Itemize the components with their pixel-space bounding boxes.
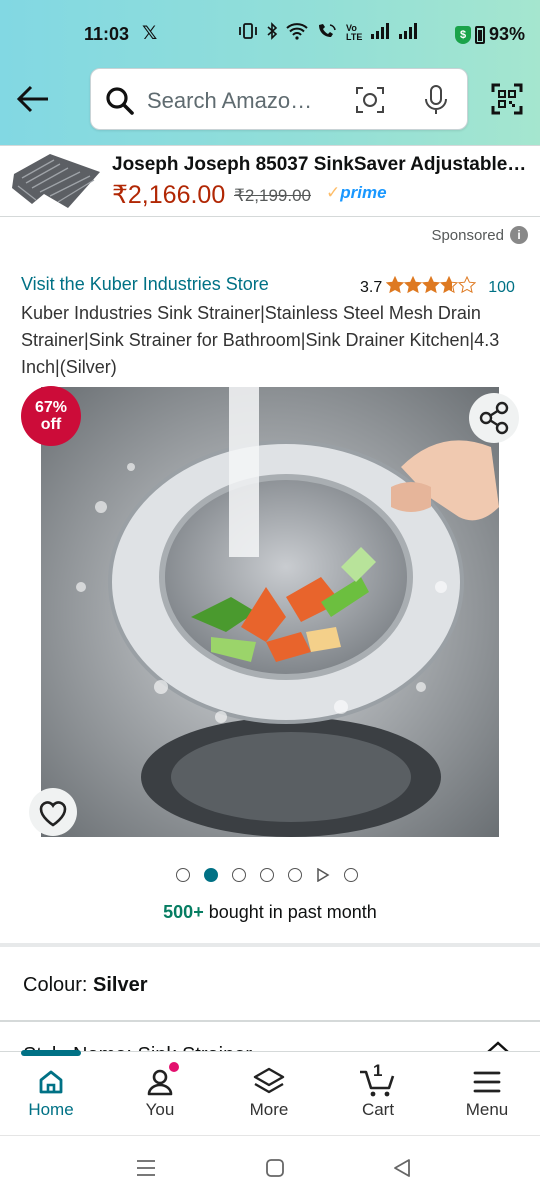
user-icon bbox=[147, 1069, 173, 1096]
status-time: 11:03 bbox=[84, 24, 130, 44]
menu-icon bbox=[473, 1071, 501, 1093]
layers-icon bbox=[253, 1067, 285, 1094]
banner-price: ₹2,166.00 bbox=[112, 181, 226, 209]
home-button-icon[interactable] bbox=[265, 1158, 285, 1183]
banner-mrp: ₹2,199.00 bbox=[234, 186, 311, 205]
product-image[interactable] bbox=[41, 387, 499, 837]
prime-check-icon: ✓ bbox=[326, 183, 341, 202]
banner-product-image bbox=[10, 150, 104, 212]
nav-cart[interactable]: 1 Cart bbox=[328, 1061, 428, 1120]
security-shield-icon: $ bbox=[455, 25, 471, 44]
carousel-dot[interactable] bbox=[260, 868, 274, 882]
volte-icon: Vo LTE bbox=[346, 22, 363, 42]
back-arrow-icon[interactable] bbox=[16, 84, 50, 114]
rating-count: 100 bbox=[488, 278, 515, 296]
signal-icon-2 bbox=[398, 23, 418, 42]
x-logo-icon: 𝕏 bbox=[142, 23, 158, 44]
system-navigation-bar bbox=[0, 1135, 540, 1200]
signal-icon-1 bbox=[370, 23, 390, 42]
nav-menu[interactable]: Menu bbox=[437, 1064, 537, 1120]
discount-badge: 67% off bbox=[21, 386, 81, 446]
sponsored-label[interactable]: Sponsored i bbox=[431, 226, 528, 244]
camera-search-icon[interactable] bbox=[355, 85, 385, 120]
colour-value: Silver bbox=[93, 974, 148, 996]
info-icon[interactable]: i bbox=[510, 226, 528, 244]
colour-selector[interactable]: Colour: Silver bbox=[23, 974, 148, 997]
share-icon bbox=[479, 401, 509, 435]
wifi-calling-icon bbox=[316, 22, 338, 43]
search-placeholder: Search Amazo… bbox=[147, 88, 313, 113]
battery-indicator: $ 93% bbox=[455, 24, 525, 45]
search-bar[interactable]: Search Amazo… bbox=[90, 68, 468, 130]
bottom-navigation: Home You More 1 Cart Menu bbox=[0, 1050, 540, 1135]
video-play-icon[interactable] bbox=[316, 867, 330, 883]
section-divider bbox=[0, 1020, 540, 1022]
recent-apps-icon[interactable] bbox=[136, 1158, 156, 1183]
star-rating-icon bbox=[386, 276, 476, 299]
qr-scanner-icon[interactable] bbox=[491, 83, 523, 120]
active-tab-indicator bbox=[21, 1050, 81, 1056]
carousel-dot[interactable] bbox=[176, 868, 190, 882]
nav-you[interactable]: You bbox=[110, 1062, 210, 1120]
bought-in-past-month: 500+ bought in past month bbox=[163, 902, 377, 922]
carousel-dot[interactable] bbox=[344, 868, 358, 882]
back-button-icon[interactable] bbox=[392, 1158, 412, 1183]
prime-badge: ✓prime bbox=[326, 183, 387, 202]
heart-icon bbox=[39, 801, 67, 827]
nav-more[interactable]: More bbox=[219, 1064, 319, 1120]
banner-title: Joseph Joseph 85037 SinkSaver Adjustable… bbox=[112, 154, 527, 175]
status-bar: 11:03 𝕏 Vo LTE $ 93% bbox=[0, 0, 540, 66]
carousel-dot[interactable] bbox=[288, 868, 302, 882]
carousel-dot-active[interactable] bbox=[204, 868, 218, 882]
notification-dot bbox=[169, 1062, 179, 1072]
bluetooth-icon bbox=[266, 22, 278, 43]
sponsored-banner-ad[interactable]: Joseph Joseph 85037 SinkSaver Adjustable… bbox=[0, 145, 540, 217]
product-title: Kuber Industries Sink Strainer|Stainless… bbox=[21, 303, 500, 377]
product-rating[interactable]: 3.7 100 bbox=[360, 276, 515, 299]
carousel-dot[interactable] bbox=[232, 868, 246, 882]
rating-value: 3.7 bbox=[360, 278, 383, 296]
section-divider bbox=[0, 943, 540, 947]
cart-count: 1 bbox=[373, 1061, 383, 1080]
share-button[interactable] bbox=[469, 393, 519, 443]
visit-store-link[interactable]: Visit the Kuber Industries Store bbox=[21, 274, 269, 295]
vibrate-icon bbox=[238, 22, 258, 43]
nav-home[interactable]: Home bbox=[1, 1064, 101, 1120]
battery-icon bbox=[475, 25, 485, 44]
home-icon bbox=[39, 1070, 63, 1094]
wifi-icon bbox=[286, 22, 308, 43]
search-icon bbox=[105, 86, 135, 121]
microphone-icon[interactable] bbox=[423, 84, 449, 121]
status-icons: Vo LTE bbox=[238, 22, 418, 43]
bought-count: 500+ bbox=[163, 902, 204, 922]
battery-percent: 93% bbox=[489, 24, 526, 44]
wishlist-button[interactable] bbox=[29, 788, 77, 836]
image-carousel-dots[interactable] bbox=[176, 867, 358, 883]
